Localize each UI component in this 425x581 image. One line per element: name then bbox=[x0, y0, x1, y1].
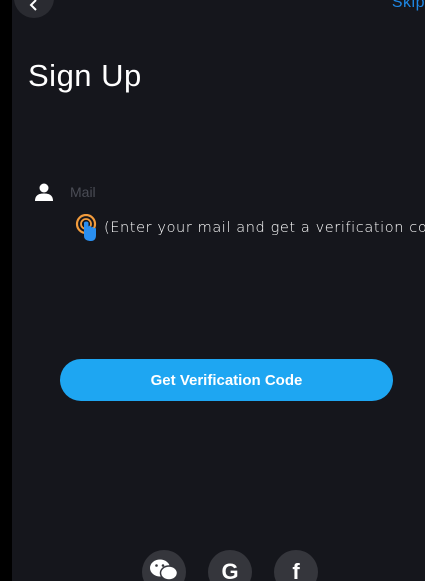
wechat-login-button[interactable] bbox=[142, 550, 186, 581]
user-icon bbox=[35, 183, 53, 201]
skip-link[interactable]: Skip bbox=[392, 0, 425, 12]
hint-text: (Enter your mail and get a verification … bbox=[104, 220, 425, 236]
left-edge bbox=[0, 0, 12, 581]
wechat-icon bbox=[150, 559, 179, 581]
tap-finger-icon bbox=[75, 214, 97, 241]
social-login-row: G f bbox=[142, 550, 322, 581]
back-button[interactable] bbox=[14, 0, 54, 18]
mail-row bbox=[34, 179, 414, 205]
hint-row: (Enter your mail and get a verification … bbox=[74, 214, 425, 242]
get-verification-code-button[interactable]: Get Verification Code bbox=[60, 359, 393, 401]
page-title: Sign Up bbox=[28, 58, 142, 93]
facebook-login-button[interactable]: f bbox=[274, 550, 318, 581]
chevron-left-icon bbox=[29, 0, 37, 11]
google-login-button[interactable]: G bbox=[208, 550, 252, 581]
facebook-icon: f bbox=[292, 559, 300, 581]
mail-input[interactable] bbox=[70, 180, 370, 204]
google-icon: G bbox=[221, 559, 239, 581]
signup-screen: Skip Sign Up (Enter your mail and get a … bbox=[0, 0, 425, 581]
